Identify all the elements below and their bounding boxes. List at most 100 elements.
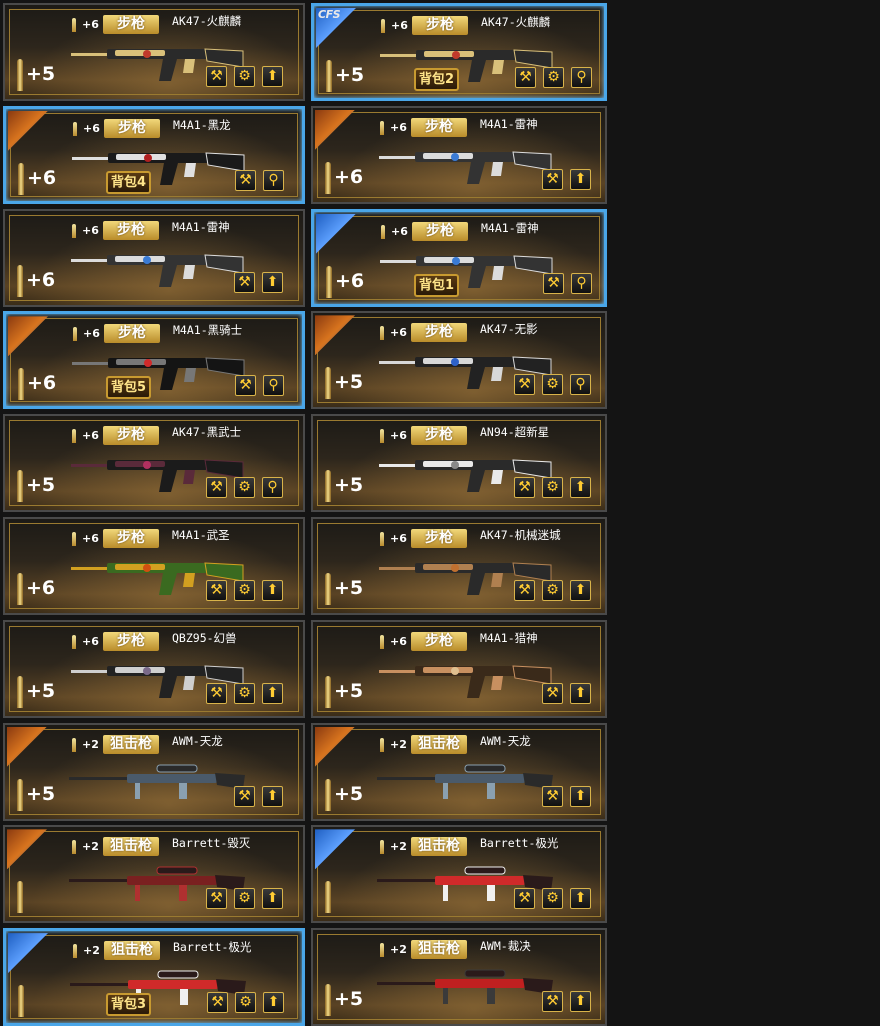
upgrade-arrow-button[interactable]: ⬆ <box>262 682 283 704</box>
wrench-button[interactable]: ⚒ <box>515 67 536 88</box>
gear-button[interactable]: ⚙ <box>542 579 563 601</box>
ammo-bonus: +2 <box>83 944 100 958</box>
wrench-icon: ⚒ <box>546 684 559 701</box>
wrench-button[interactable]: ⚒ <box>234 785 255 807</box>
wrench-icon: ⚒ <box>518 581 531 598</box>
weapon-card[interactable]: +6 步枪 M4A1-黑龙 +6 背包4 ⚲ ⚒ <box>3 105 305 204</box>
gear-button[interactable]: ⚙ <box>234 888 255 910</box>
wrench-icon: ⚒ <box>546 787 559 804</box>
upgrade-arrow-button[interactable]: ⬆ <box>570 888 591 910</box>
search-button[interactable]: ⚲ <box>571 272 592 294</box>
wrench-button[interactable]: ⚒ <box>542 168 563 190</box>
wrench-button[interactable]: ⚒ <box>514 477 535 499</box>
ammo-bonus: +6 <box>82 634 99 648</box>
weapon-image <box>71 254 244 287</box>
wrench-button[interactable]: ⚒ <box>206 579 227 601</box>
weapon-card[interactable]: +6 步枪 M4A1-雷神 +6 ⬆ ⚒ <box>311 105 607 204</box>
wrench-button[interactable]: ⚒ <box>542 991 563 1013</box>
bullet-icon <box>325 161 331 194</box>
weapon-type-badge: 步枪 <box>411 426 467 446</box>
wrench-button[interactable]: ⚒ <box>514 888 535 910</box>
wrench-button[interactable]: ⚒ <box>206 682 227 704</box>
upgrade-arrow-button[interactable]: ⬆ <box>570 477 591 499</box>
upgrade-arrow-icon: ⬆ <box>574 581 587 598</box>
upgrade-arrow-button[interactable]: ⬆ <box>262 271 283 293</box>
weapon-card[interactable]: +6 步枪 AK47-黑武士 +5 ⚲ ⚙ ⚒ <box>3 414 305 513</box>
search-button[interactable]: ⚲ <box>262 477 283 499</box>
gear-button[interactable]: ⚙ <box>234 66 255 87</box>
wrench-button[interactable]: ⚒ <box>235 375 256 397</box>
weapon-card[interactable]: +6 步枪 M4A1-武圣 +6 ⬆ ⚙ ⚒ <box>3 516 305 615</box>
upgrade-arrow-icon: ⬆ <box>266 68 279 84</box>
search-button[interactable]: ⚲ <box>263 375 284 397</box>
upgrade-arrow-icon: ⬆ <box>266 684 279 701</box>
wrench-icon: ⚒ <box>210 684 223 701</box>
wrench-button[interactable]: ⚒ <box>542 785 563 807</box>
wrench-button[interactable]: ⚒ <box>543 272 564 294</box>
bullet-icon <box>326 60 332 92</box>
bullet-icon <box>325 881 331 914</box>
upgrade-arrow-button[interactable]: ⬆ <box>570 168 591 190</box>
weapon-name: AWM-天龙 <box>480 733 531 748</box>
upgrade-arrow-button[interactable]: ⬆ <box>262 888 283 910</box>
weapon-card[interactable]: +2 狙击枪 AWM-天龙 +5 ⬆ ⚒ <box>3 722 305 821</box>
search-icon: ⚲ <box>268 171 279 188</box>
weapon-card[interactable]: +6 步枪 M4A1-猎神 +5 ⬆ ⚒ <box>311 619 607 718</box>
upgrade-arrow-button[interactable]: ⬆ <box>262 579 283 601</box>
weapon-card[interactable]: +2 狙击枪 AWM-裁决 +5 ⬆ ⚒ <box>311 928 607 1026</box>
search-button[interactable]: ⚲ <box>263 169 284 191</box>
upgrade-arrow-button[interactable]: ⬆ <box>263 992 284 1014</box>
weapon-card[interactable]: +6 步枪 AK47-火麒麟 +5 ⬆ ⚙ ⚒ <box>3 3 305 101</box>
upgrade-arrow-icon: ⬆ <box>266 581 279 598</box>
upgrade-arrow-button[interactable]: ⬆ <box>262 66 283 87</box>
weapon-card[interactable]: +6 步枪 QBZ95-幻兽 +5 ⬆ ⚙ ⚒ <box>3 619 305 718</box>
weapon-card[interactable]: +6 步枪 AK47-无影 +5 ⚲ ⚙ ⚒ <box>311 311 607 410</box>
weapon-card[interactable]: +6 步枪 AK47-机械迷城 +5 ⬆ ⚙ ⚒ <box>311 516 607 615</box>
enhance-level: +5 <box>26 63 56 85</box>
gear-button[interactable]: ⚙ <box>234 579 255 601</box>
search-button[interactable]: ⚲ <box>570 374 591 396</box>
enhance-level: +6 <box>26 576 56 599</box>
wrench-button[interactable]: ⚒ <box>206 66 227 87</box>
gear-button[interactable]: ⚙ <box>234 477 255 499</box>
upgrade-arrow-button[interactable]: ⬆ <box>570 785 591 807</box>
gear-button[interactable]: ⚙ <box>234 682 255 704</box>
wrench-button[interactable]: ⚒ <box>235 169 256 191</box>
weapon-card[interactable]: +6 步枪 M4A1-雷神 +6 ⬆ ⚒ <box>3 208 305 307</box>
upgrade-arrow-icon: ⬆ <box>574 993 587 1010</box>
gear-button[interactable]: ⚙ <box>235 992 256 1014</box>
weapon-type-badge: 步枪 <box>104 324 160 344</box>
weapon-card[interactable]: +6 步枪 AN94-超新星 +5 ⬆ ⚙ ⚒ <box>311 414 607 513</box>
weapon-card[interactable]: +2 狙击枪 Barrett-极光 ⬆ ⚙ ⚒ <box>311 825 607 924</box>
upgrade-arrow-button[interactable]: ⬆ <box>570 682 591 704</box>
upgrade-arrow-button[interactable]: ⬆ <box>570 579 591 601</box>
gear-button[interactable]: ⚙ <box>543 67 564 88</box>
weapon-card[interactable]: +2 狙击枪 AWM-天龙 +5 ⬆ ⚒ <box>311 722 607 821</box>
bullet-icon <box>17 675 23 708</box>
weapon-card[interactable]: +6 步枪 M4A1-雷神 +6 背包1 ⚲ ⚒ <box>311 208 607 307</box>
gear-button[interactable]: ⚙ <box>542 374 563 396</box>
quality-corner-ribbon <box>8 316 48 357</box>
gear-icon: ⚙ <box>546 376 559 393</box>
weapon-card[interactable]: CFS +6 步枪 AK47-火麒麟 +5 背包2 ⚲ ⚙ ⚒ <box>311 3 607 101</box>
wrench-button[interactable]: ⚒ <box>206 888 227 910</box>
gear-button[interactable]: ⚙ <box>542 477 563 499</box>
weapon-card[interactable]: +6 步枪 M4A1-黑骑士 +6 背包5 ⚲ ⚒ <box>3 311 305 410</box>
wrench-button[interactable]: ⚒ <box>514 579 535 601</box>
weapon-name: M4A1-黑龙 <box>173 117 231 132</box>
weapon-grid: +6 步枪 AK47-火麒麟 +5 ⬆ ⚙ ⚒ CFS +6 步枪 AK47-火麒麟 +5 背包2 ⚲ ⚙ ⚒… <box>3 3 608 1026</box>
wrench-button[interactable]: ⚒ <box>206 477 227 499</box>
wrench-button[interactable]: ⚒ <box>234 271 255 293</box>
enhance-level: +5 <box>335 64 365 86</box>
wrench-button[interactable]: ⚒ <box>207 992 228 1014</box>
ammo-bonus: +2 <box>390 840 407 854</box>
wrench-button[interactable]: ⚒ <box>514 374 535 396</box>
gear-button[interactable]: ⚙ <box>542 888 563 910</box>
upgrade-arrow-button[interactable]: ⬆ <box>262 785 283 807</box>
wrench-button[interactable]: ⚒ <box>542 682 563 704</box>
upgrade-arrow-button[interactable]: ⬆ <box>570 991 591 1013</box>
weapon-card[interactable]: +2 狙击枪 Barrett-毁灭 ⬆ ⚙ ⚒ <box>3 825 305 924</box>
ammo-bonus: +6 <box>391 19 408 32</box>
search-button[interactable]: ⚲ <box>571 67 592 88</box>
weapon-card[interactable]: +2 狙击枪 Barrett-极光 背包3 ⬆ ⚙ ⚒ <box>3 928 305 1026</box>
